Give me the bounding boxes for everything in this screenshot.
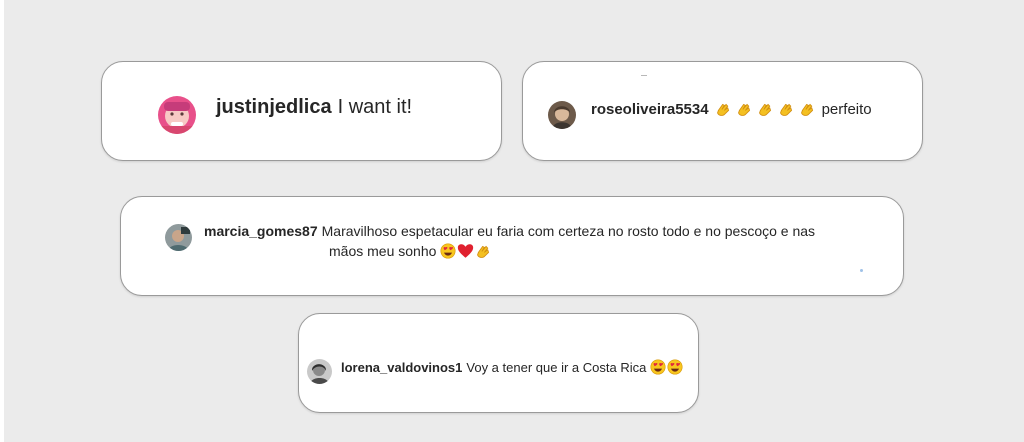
comment-row-3b: mãos meu sonho bbox=[329, 241, 496, 261]
user-avatar-photo-icon bbox=[548, 101, 576, 129]
comment-text: Voy a tener que ir a Costa Rica bbox=[466, 359, 647, 375]
heart-eyes-emoji-icon bbox=[440, 243, 456, 259]
heart-eyes-emoji-icon bbox=[650, 359, 666, 375]
comment-emojis bbox=[650, 359, 683, 375]
heart-eyes-emoji-icon bbox=[667, 359, 683, 375]
red-heart-emoji-icon bbox=[458, 244, 474, 258]
avatar-roseoliveira5534[interactable] bbox=[548, 101, 576, 129]
user-avatar-photo-icon bbox=[165, 224, 192, 251]
comment-row-4: lorena_valdovinos1 Voy a tener que ir a … bbox=[341, 357, 683, 377]
clapping-hands-icon bbox=[737, 103, 750, 116]
clapping-hands-icon bbox=[779, 103, 792, 116]
username-roseoliveira5534[interactable]: roseoliveira5534 bbox=[591, 101, 709, 118]
username-justinjedlica[interactable]: justinjedlica bbox=[216, 96, 332, 119]
username-lorena_valdovinos1[interactable]: lorena_valdovinos1 bbox=[341, 360, 462, 375]
status-dot bbox=[860, 269, 863, 272]
comment-row-3a: marcia_gomes87 Maravilhoso espetacular e… bbox=[204, 221, 815, 241]
clapping-hands-icon bbox=[716, 103, 729, 116]
user-avatar-photo-icon bbox=[158, 96, 196, 134]
comment-card-2: roseoliveira5534 perfeito bbox=[522, 61, 923, 161]
comment-card-3: marcia_gomes87 Maravilhoso espetacular e… bbox=[120, 196, 904, 296]
comment-row-1: justinjedlica I want it! bbox=[216, 94, 412, 120]
comment-row-2: roseoliveira5534 perfeito bbox=[591, 99, 872, 119]
clapping-hands-icon bbox=[477, 245, 490, 258]
avatar-lorena_valdovinos1[interactable] bbox=[307, 359, 332, 384]
comment-text-line-2: mãos meu sonho bbox=[329, 243, 437, 259]
username-marcia_gomes87[interactable]: marcia_gomes87 bbox=[204, 223, 318, 239]
clapping-hands-icon bbox=[800, 103, 813, 116]
comment-text: I want it! bbox=[337, 95, 413, 118]
comment-card-4: lorena_valdovinos1 Voy a tener que ir a … bbox=[298, 313, 699, 413]
comment-card-1: justinjedlica I want it! bbox=[101, 61, 502, 161]
avatar-marcia_gomes87[interactable] bbox=[165, 224, 192, 251]
comment-text-line-1: Maravilhoso espetacular eu faria com cer… bbox=[321, 223, 816, 239]
clapping-hands-icon bbox=[758, 103, 771, 116]
comment-text: perfeito bbox=[821, 100, 872, 118]
avatar-justinjedlica[interactable] bbox=[158, 96, 196, 134]
clapping-hands-emojis bbox=[715, 101, 820, 118]
comment-emojis bbox=[440, 243, 496, 260]
left-edge-strip bbox=[0, 0, 4, 442]
divider-mark bbox=[641, 75, 647, 76]
user-avatar-photo-icon bbox=[307, 359, 332, 384]
